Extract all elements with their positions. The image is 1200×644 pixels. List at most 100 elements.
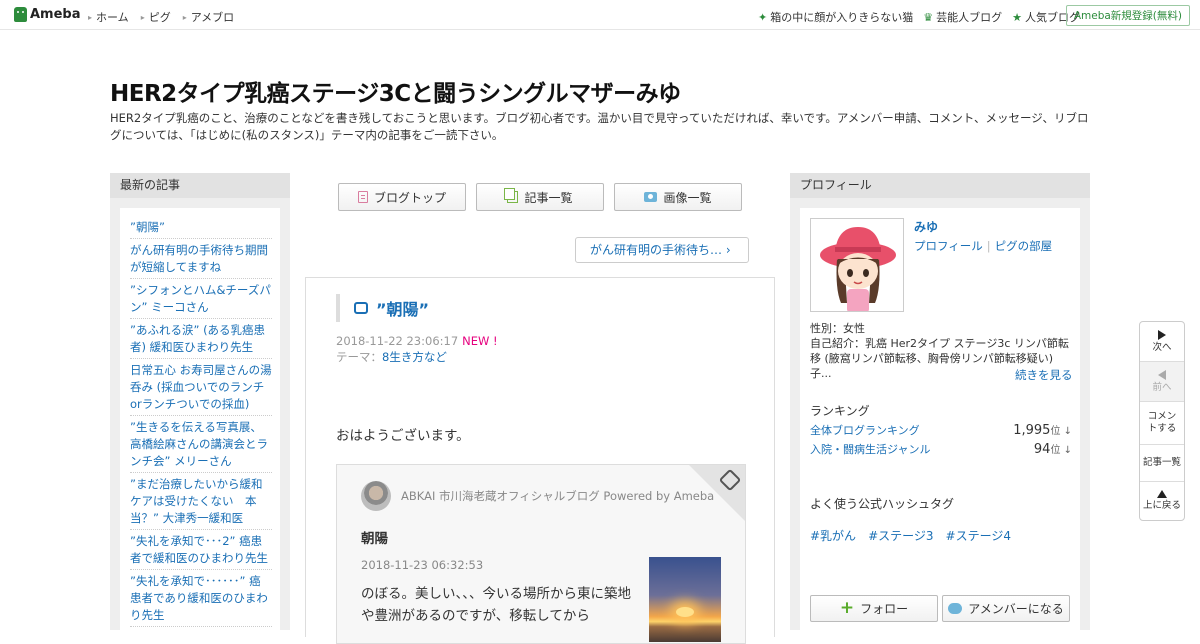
pigg-room-link[interactable]: ピグの部屋: [995, 239, 1053, 253]
nav-ameblo[interactable]: アメブロ: [183, 9, 234, 25]
hashtag-heading: よく使う公式ハッシュタグ: [810, 497, 955, 511]
ranking-unit: 位 ↓: [1050, 445, 1072, 456]
sparkle-icon: ✦: [758, 11, 768, 24]
reblog-date: 2018-11-23 06:32:53: [361, 558, 484, 572]
ranking-genre-link[interactable]: 入院・闘病生活ジャンル: [810, 441, 930, 457]
theme-link[interactable]: 8生き方など: [382, 350, 447, 364]
nav-pigg[interactable]: ピグ: [141, 9, 171, 25]
ameba-logo[interactable]: Ameba: [14, 7, 81, 22]
arrow-up-icon: [1157, 490, 1167, 498]
signup-button[interactable]: Ameba新規登録(無料): [1065, 5, 1190, 26]
profile-panel: プロフィール みゆ プロフィール | ピグの部屋 性別：女性 自己紹介：乳癌 H…: [790, 173, 1090, 638]
camera-icon: [644, 192, 658, 202]
link-separator: |: [986, 239, 991, 253]
sunrise-thumbnail: [649, 557, 721, 642]
reblog-excerpt: のぼる。美しい、、、今いる場所から東に築地や豊洲があるのですが、移転してから: [361, 586, 631, 624]
profile-avatar[interactable]: [810, 218, 904, 312]
prev-label: 前へ: [1152, 381, 1172, 393]
latest-entry[interactable]: ”失礼を承知で･･････” 癌患者であり緩和医のひまわり先生: [130, 570, 272, 627]
latest-entry[interactable]: ”シフォンとハム&チーズパン” ミーコさん: [130, 279, 272, 319]
latest-entry[interactable]: ”朝陽”: [130, 216, 272, 239]
hashtag-list: #乳がん #ステージ3 #ステージ4: [810, 527, 1011, 544]
latest-entry[interactable]: ”生きるを伝える写真展、高橋絵麻さんの講演会とランチ会” メリーさん: [130, 416, 272, 473]
blog-top-label: ブログトップ: [373, 190, 446, 205]
previous-entry-label: がん研有明の手術待ち…: [590, 243, 723, 257]
hashtag-link[interactable]: #ステージ4: [946, 527, 1011, 544]
reblog-icon: [354, 302, 368, 314]
chevron-right-icon: ›: [725, 243, 731, 257]
ranking-overall-link[interactable]: 全体ブログランキング: [810, 422, 920, 438]
ameba-logo-icon: [14, 7, 27, 22]
entry-date: 2018-11-22 23:06:17: [336, 334, 459, 348]
ameba-logo-text: Ameba: [30, 7, 81, 22]
entry-title[interactable]: ”朝陽”: [336, 294, 429, 322]
entry-list-float-label: 記事一覧: [1142, 457, 1181, 468]
ranking-heading: ランキング: [810, 404, 870, 418]
theme-label: テーマ：: [336, 350, 382, 364]
next-entry-button[interactable]: 次へ: [1140, 322, 1184, 362]
reblog-title: 朝陽: [361, 531, 388, 547]
avatar-illustration: [811, 219, 903, 311]
blog-description: HER2タイプ乳癌のこと、治療のことなどを書き残しておこうと思います。ブログ初心…: [110, 111, 1089, 142]
source-avatar: [361, 481, 391, 511]
latest-entry[interactable]: ”まだ治療したいから緩和ケアは受けたくない 本当？” 大津秀一緩和医: [130, 473, 272, 530]
reblog-source: ABKAI 市川海老蔵オフィシャルブログ Powered by Ameba: [401, 489, 715, 503]
arrow-right-icon: [1158, 329, 1166, 340]
latest-entry[interactable]: 日常五心 お寿司屋さんの湯呑み (採血ついでのランチorランチついでの採血): [130, 359, 272, 416]
reblog-card[interactable]: ABKAI 市川海老蔵オフィシャルブログ Powered by Ameba 朝陽…: [336, 464, 746, 644]
ranking-unit: 位 ↓: [1050, 426, 1072, 437]
hashtag-link[interactable]: #ステージ3: [868, 527, 933, 544]
hashtag-link[interactable]: #乳がん: [810, 527, 856, 544]
profile-gender: 性別：女性: [810, 322, 865, 335]
global-header: Ameba ホーム ピグ アメブロ ✦箱の中に顔が入りきらない猫 ♛芸能人ブログ…: [0, 0, 1200, 30]
nav-home[interactable]: ホーム: [88, 9, 129, 25]
documents-icon: [504, 188, 519, 203]
profile-name[interactable]: みゆ: [914, 218, 938, 235]
latest-entry[interactable]: ”あふれる涙” (ある乳癌患者) 緩和医ひまわり先生: [130, 319, 272, 359]
read-more-link[interactable]: 続きを見る: [1015, 367, 1073, 383]
follow-label: フォロー: [860, 602, 909, 616]
ranking-row: 入院・闘病生活ジャンル 94位 ↓: [810, 441, 1072, 457]
header-link-celeb-label: 芸能人ブログ: [936, 11, 1003, 24]
next-label: 次へ: [1152, 341, 1172, 353]
new-badge: NEW !: [462, 334, 498, 348]
entry-list-button[interactable]: 記事一覧: [476, 183, 604, 211]
ranking-row: 全体ブログランキング 1,995位 ↓: [810, 422, 1072, 438]
page-icon: [357, 191, 368, 203]
entry-body-text: おはようございます。: [336, 428, 470, 444]
star-icon: ★: [1012, 11, 1022, 24]
image-list-label: 画像一覧: [663, 190, 712, 205]
blog-top-button[interactable]: ブログトップ: [338, 183, 466, 211]
entry-list-float-button[interactable]: 記事一覧: [1140, 445, 1184, 482]
latest-entries-panel: 最新の記事 ”朝陽” がん研有明の手術待ち期間が短縮してますね ”シフォンとハム…: [110, 173, 290, 638]
arrow-left-icon: [1158, 369, 1166, 380]
back-to-top-button[interactable]: 上に戻る: [1140, 482, 1184, 520]
floating-nav: 次へ 前へ コメントする 記事一覧 上に戻る: [1139, 321, 1185, 521]
image-list-button[interactable]: 画像一覧: [614, 183, 742, 211]
top-label: 上に戻る: [1142, 500, 1181, 511]
profile-link[interactable]: プロフィール: [914, 239, 983, 253]
prev-entry-button: 前へ: [1140, 362, 1184, 402]
profile-body: みゆ プロフィール | ピグの部屋 性別：女性 自己紹介：乳癌 Her2タイプ ステ…: [800, 208, 1080, 638]
latest-entry[interactable]: ”失礼を承知で･･･2” 癌患者で緩和医のひまわり先生: [130, 530, 272, 570]
entry-meta: 2018-11-22 23:06:17 NEW ! テーマ：8生き方など: [336, 333, 498, 365]
crown-icon: ♛: [923, 11, 934, 24]
header-link-cat-label: 箱の中に顔が入りきらない猫: [770, 11, 914, 24]
amember-label: アメンバーになる: [968, 602, 1064, 616]
blog-title[interactable]: HER2タイプ乳癌ステージ3Cと闘うシングルマザーみゆ: [110, 74, 681, 108]
latest-entry[interactable]: がん研有明の手術待ち期間が短縮してますね: [130, 239, 272, 279]
latest-entries-list: ”朝陽” がん研有明の手術待ち期間が短縮してますね ”シフォンとハム&チーズパン…: [120, 208, 280, 638]
comment-button[interactable]: コメントする: [1140, 402, 1184, 445]
header-links: ✦ 箱の中に顔が入りきらない猫 ♛ 芸能人ブログ ★ 人気ブログ: [758, 9, 1080, 25]
entry-article: ”朝陽” 2018-11-22 23:06:17 NEW ! テーマ：8生き方など…: [305, 277, 775, 644]
previous-entry-link[interactable]: がん研有明の手術待ち… ›: [575, 237, 749, 263]
profile-heading: プロフィール: [790, 173, 1090, 198]
entry-title-text: ”朝陽”: [376, 300, 430, 319]
header-link-cat[interactable]: ✦ 箱の中に顔が入りきらない猫: [758, 9, 913, 25]
ranking-overall-value: 1,995: [1013, 423, 1051, 438]
follow-button[interactable]: + フォロー: [810, 595, 938, 622]
header-link-celeb[interactable]: ♛ 芸能人ブログ: [923, 9, 1002, 25]
profile-links: プロフィール | ピグの部屋: [914, 238, 1052, 254]
global-nav: ホーム ピグ アメブロ: [88, 9, 234, 25]
amember-button[interactable]: アメンバーになる: [942, 595, 1070, 622]
